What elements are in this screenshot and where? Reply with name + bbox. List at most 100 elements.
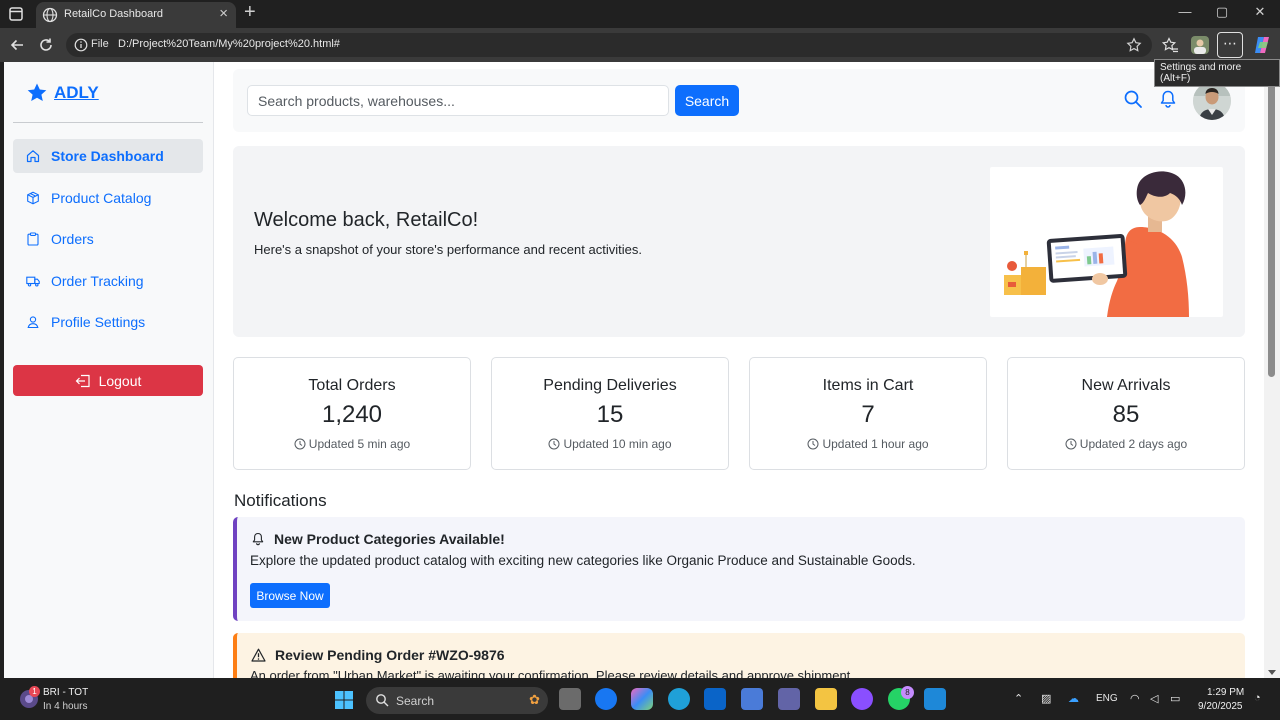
file-explorer-icon[interactable]	[815, 688, 837, 710]
clock-date[interactable]: 9/20/2025	[1198, 701, 1243, 712]
copilot-icon[interactable]	[1252, 35, 1272, 55]
web-page: ADLY Store Dashboard Product Catalog Ord…	[4, 62, 1264, 678]
favorite-star-icon[interactable]	[1126, 37, 1142, 53]
taskbar-search[interactable]: Search ✿	[366, 687, 548, 714]
bell-icon[interactable]	[1158, 89, 1178, 109]
logout-button[interactable]: Logout	[13, 365, 203, 396]
warning-icon	[251, 648, 266, 662]
stats-cards: Total Orders 1,240 Updated 5 min ago Pen…	[233, 357, 1245, 471]
tray-chevron-icon[interactable]: ⌃	[1014, 692, 1023, 705]
stat-label: Pending Deliveries	[543, 377, 677, 394]
search-button[interactable]: Search	[675, 85, 739, 116]
maximize-icon[interactable]: ▢	[1212, 4, 1232, 20]
edge-icon[interactable]	[668, 688, 690, 710]
tab-title: RetailCo Dashboard	[64, 8, 164, 20]
notification-body: An order from "Urban Market" is awaiting…	[250, 668, 854, 678]
facebook-icon[interactable]	[595, 688, 617, 710]
store-icon[interactable]	[741, 688, 763, 710]
windows-taskbar: 1 BRI - TOT In 4 hours Search ✿ 8 ⌃ ▨ ☁ …	[0, 680, 1280, 720]
vscode-icon[interactable]	[924, 688, 946, 710]
hero-illustration	[990, 167, 1223, 317]
tray-app-icon[interactable]: ▨	[1041, 692, 1051, 705]
scrollbar-thumb[interactable]	[1268, 72, 1275, 377]
notification-body: Explore the updated product catalog with…	[250, 553, 916, 568]
volume-icon[interactable]: ◁	[1150, 692, 1158, 705]
url-bar[interactable]: File D:/Project%20Team/My%20project%20.h…	[66, 33, 1152, 57]
minimize-icon[interactable]: —	[1175, 4, 1195, 19]
outlook-icon[interactable]	[704, 688, 726, 710]
stat-label: Total Orders	[308, 377, 396, 394]
weather-subtitle[interactable]: In 4 hours	[43, 701, 87, 712]
brand-name[interactable]: ADLY	[54, 83, 99, 103]
taskbar-search-label: Search	[396, 694, 435, 708]
page-scrollbar[interactable]	[1264, 62, 1280, 678]
stat-card-total-orders: Total Orders 1,240 Updated 5 min ago	[233, 357, 471, 470]
stat-card-pending-deliveries: Pending Deliveries 15 Updated 10 min ago	[491, 357, 729, 470]
clock-icon	[1065, 438, 1077, 450]
stat-updated-text: Updated 1 hour ago	[822, 437, 929, 451]
battery-icon[interactable]: ▭	[1170, 692, 1180, 705]
scroll-down-icon[interactable]	[1268, 670, 1276, 675]
stat-value: 7	[861, 401, 875, 428]
wifi-icon[interactable]: ◠	[1130, 692, 1140, 705]
refresh-icon[interactable]	[37, 36, 55, 54]
sidebar-item-product-catalog[interactable]: Product Catalog	[13, 181, 203, 215]
back-icon[interactable]	[8, 36, 26, 54]
stat-value: 15	[596, 401, 624, 428]
welcome-banner: Welcome back, RetailCo! Here's a snapsho…	[233, 146, 1245, 337]
stat-label: New Arrivals	[1081, 377, 1171, 394]
new-tab-icon[interactable]: +	[244, 1, 256, 24]
sidebar-item-orders[interactable]: Orders	[13, 222, 203, 256]
url-text[interactable]: D:/Project%20Team/My%20project%20.html#	[118, 38, 340, 50]
sidebar-item-label: Profile Settings	[51, 314, 146, 330]
notification-title: New Product Categories Available!	[274, 531, 505, 547]
language-indicator[interactable]: ENG	[1096, 693, 1118, 704]
stat-updated-text: Updated 2 days ago	[1079, 437, 1188, 451]
stat-updated: Updated 5 min ago	[234, 437, 470, 451]
tab-close-icon[interactable]: ×	[219, 5, 228, 22]
task-view-icon[interactable]	[559, 688, 581, 710]
search-icon[interactable]	[1123, 89, 1143, 109]
box-icon	[27, 191, 39, 204]
clock-time[interactable]: 1:29 PM	[1207, 687, 1244, 698]
favorites-icon[interactable]	[1161, 36, 1179, 54]
teams-icon[interactable]	[778, 688, 800, 710]
sidebar-item-label: Order Tracking	[51, 272, 144, 289]
sidebar-item-profile-settings[interactable]: Profile Settings	[13, 305, 203, 339]
copilot-app-icon[interactable]	[631, 688, 653, 710]
profile-avatar-icon[interactable]	[1190, 35, 1210, 55]
stat-label: Items in Cart	[822, 377, 914, 394]
windows-start-icon[interactable]	[334, 690, 354, 710]
clock-icon	[294, 438, 306, 450]
notification-header: Review Pending Order #WZO-9876	[251, 647, 505, 663]
clock-icon	[548, 438, 560, 450]
onedrive-icon[interactable]: ☁	[1068, 692, 1079, 705]
stat-updated-text: Updated 10 min ago	[563, 437, 672, 451]
person-icon	[27, 316, 39, 329]
search-highlight-icon: ✿	[529, 692, 540, 707]
sidebar-item-store-dashboard[interactable]: Store Dashboard	[13, 139, 203, 173]
avatar[interactable]	[1193, 82, 1231, 120]
browser-tab[interactable]: RetailCo Dashboard ×	[36, 2, 236, 28]
search-input[interactable]	[247, 85, 669, 116]
brand-logo[interactable]: ADLY	[26, 82, 99, 104]
search-icon	[376, 694, 389, 707]
sidebar-item-order-tracking[interactable]: Order Tracking	[13, 264, 203, 298]
tab-actions-icon[interactable]	[8, 6, 24, 22]
logout-icon	[75, 374, 90, 387]
browse-now-button[interactable]: Browse Now	[250, 583, 330, 608]
site-info-icon[interactable]	[74, 38, 88, 52]
settings-tooltip: Settings and more (Alt+F)	[1154, 59, 1280, 87]
window-close-icon[interactable]: ✕	[1250, 4, 1270, 20]
stat-card-new-arrivals: New Arrivals 85 Updated 2 days ago	[1007, 357, 1245, 470]
url-protocol: File	[91, 38, 109, 50]
notification-center-icon[interactable]: ◔	[1254, 692, 1261, 704]
weather-title[interactable]: BRI - TOT	[43, 687, 88, 698]
notification-card: New Product Categories Available! Explor…	[233, 517, 1245, 621]
messenger-icon[interactable]	[851, 688, 873, 710]
home-icon	[26, 150, 40, 163]
clock-icon	[807, 438, 819, 450]
sidebar: ADLY Store Dashboard Product Catalog Ord…	[4, 62, 214, 678]
stat-updated: Updated 1 hour ago	[750, 437, 986, 451]
settings-and-more-button[interactable]: ⋯	[1217, 32, 1243, 58]
